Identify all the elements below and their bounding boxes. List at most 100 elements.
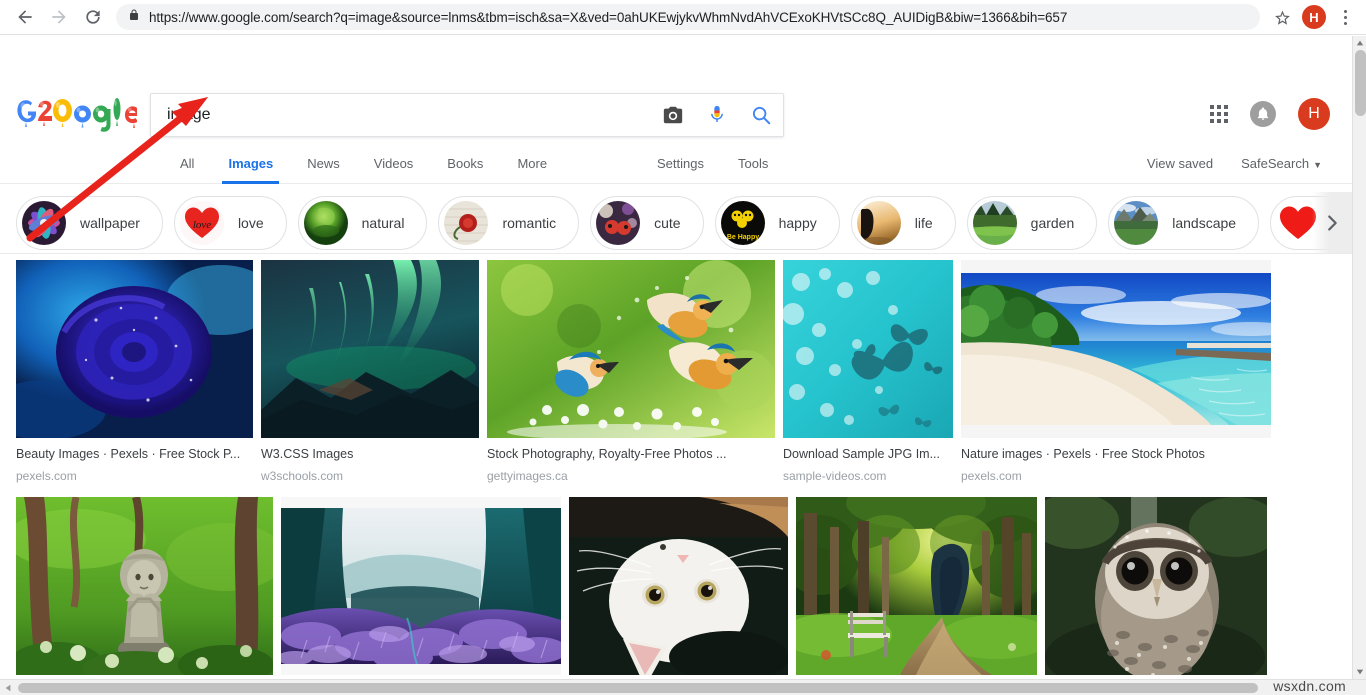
safesearch-dropdown[interactable]: SafeSearch ▼ xyxy=(1227,146,1336,171)
result-item[interactable] xyxy=(569,497,788,675)
vertical-scrollbar-thumb[interactable] xyxy=(1355,50,1366,116)
result-meta[interactable]: Download Sample JPG Im... sample-videos.… xyxy=(783,438,953,483)
chrome-profile-avatar[interactable]: H xyxy=(1302,5,1326,29)
reload-button[interactable] xyxy=(76,0,110,34)
result-source: pexels.com xyxy=(961,469,1022,483)
result-item[interactable]: Beauty Images · Pexels · Free Stock P...… xyxy=(16,260,253,483)
chip-landscape[interactable]: landscape xyxy=(1108,196,1260,250)
address-bar[interactable]: https://www.google.com/search?q=image&so… xyxy=(116,4,1260,30)
tab-more[interactable]: More xyxy=(500,146,564,184)
safesearch-label: SafeSearch xyxy=(1241,156,1310,171)
chip-life[interactable]: life xyxy=(850,196,956,250)
result-meta[interactable]: Nature images · Pexels · Free Stock Phot… xyxy=(961,438,1271,483)
tab-books[interactable]: Books xyxy=(430,146,500,184)
related-searches-chips: wallpaper love love natural romantic cut… xyxy=(0,184,1352,254)
settings-button[interactable]: Settings xyxy=(640,146,721,184)
result-item[interactable] xyxy=(1045,497,1267,675)
chip-wallpaper[interactable]: wallpaper xyxy=(16,196,163,250)
vertical-scrollbar[interactable] xyxy=(1352,36,1366,679)
search-input[interactable] xyxy=(151,94,651,136)
result-thumbnail[interactable] xyxy=(1045,497,1267,675)
result-thumbnail[interactable] xyxy=(961,260,1271,438)
chip-thumb-wallpaper xyxy=(22,201,66,245)
result-source: sample-videos.com xyxy=(783,469,887,483)
chip-label: happy xyxy=(778,215,817,231)
search-form[interactable] xyxy=(150,93,784,137)
result-thumbnail[interactable] xyxy=(783,260,953,438)
result-meta[interactable]: Stock Photography, Royalty-Free Photos .… xyxy=(487,438,775,483)
tab-images[interactable]: Images xyxy=(211,146,290,184)
chip-label: life xyxy=(914,215,933,231)
result-item[interactable]: Stock Photography, Royalty-Free Photos .… xyxy=(487,260,775,483)
result-thumbnail[interactable] xyxy=(569,497,788,675)
result-thumbnail[interactable] xyxy=(16,497,273,675)
result-item[interactable] xyxy=(281,497,561,675)
tab-all[interactable]: All xyxy=(163,146,211,184)
microphone-icon[interactable] xyxy=(695,94,739,136)
camera-search-icon[interactable] xyxy=(651,94,695,136)
chip-thumb-landscape xyxy=(1114,201,1159,245)
chip-love[interactable]: love love xyxy=(173,196,287,250)
result-meta[interactable]: Beauty Images · Pexels · Free Stock P...… xyxy=(16,438,253,483)
apps-grid-icon[interactable] xyxy=(1210,105,1228,123)
url-text: https://www.google.com/search?q=image&so… xyxy=(149,9,1068,25)
chip-label: romantic xyxy=(502,215,557,231)
back-button[interactable] xyxy=(8,0,42,34)
google-profile-avatar[interactable]: H xyxy=(1298,98,1330,130)
chip-garden[interactable]: garden xyxy=(966,196,1098,250)
horizontal-scrollbar[interactable] xyxy=(0,679,1366,695)
result-thumbnail[interactable] xyxy=(487,260,775,438)
chip-thumb-romantic xyxy=(444,201,489,245)
three-dot-menu-icon[interactable] xyxy=(1330,1,1360,33)
result-source: gettyimages.ca xyxy=(487,469,568,483)
result-title: Stock Photography, Royalty-Free Photos .… xyxy=(487,447,727,461)
result-thumbnail[interactable] xyxy=(796,497,1037,675)
chip-thumb-love: love xyxy=(179,201,224,245)
result-item[interactable]: Nature images · Pexels · Free Stock Phot… xyxy=(961,260,1271,483)
view-saved-button[interactable]: View saved xyxy=(1133,146,1227,171)
chip-label: wallpaper xyxy=(80,215,140,231)
chevron-down-icon: ▼ xyxy=(1313,160,1322,170)
chip-romantic[interactable]: romantic xyxy=(438,196,580,250)
scroll-down-arrow[interactable] xyxy=(1353,665,1366,679)
result-thumbnail[interactable] xyxy=(261,260,479,438)
result-source: w3schools.com xyxy=(261,469,344,483)
chip-cute[interactable]: cute xyxy=(590,196,704,250)
chips-scroll-container[interactable]: wallpaper love love natural romantic cut… xyxy=(0,192,1352,253)
tab-news[interactable]: News xyxy=(290,146,357,184)
chip-label: garden xyxy=(1030,215,1075,231)
nav-tools: Settings Tools xyxy=(640,146,785,184)
chip-thumb-cute xyxy=(596,201,641,245)
scroll-left-arrow[interactable] xyxy=(0,680,16,695)
chip-happy[interactable]: Be Happy happy xyxy=(714,196,840,250)
results-row-2 xyxy=(0,483,1352,675)
tab-videos[interactable]: Videos xyxy=(357,146,431,184)
result-item[interactable] xyxy=(16,497,273,675)
chip-natural[interactable]: natural xyxy=(297,196,428,250)
result-thumbnail[interactable] xyxy=(16,260,253,438)
scroll-up-arrow[interactable] xyxy=(1353,36,1366,50)
result-item[interactable] xyxy=(796,497,1037,675)
result-item[interactable]: Download Sample JPG Im... sample-videos.… xyxy=(783,260,953,483)
search-header: H xyxy=(0,36,1352,146)
result-thumbnail[interactable] xyxy=(281,497,561,675)
horizontal-scrollbar-thumb[interactable] xyxy=(18,683,1258,693)
google-images-page: H All Images News Videos Books More Sett… xyxy=(0,36,1352,679)
search-magnifier-icon[interactable] xyxy=(739,94,783,136)
result-title: W3.CSS Images xyxy=(261,447,354,461)
result-item[interactable]: W3.CSS Images w3schools.com xyxy=(261,260,479,483)
notification-bell-icon[interactable] xyxy=(1250,101,1276,127)
tools-button[interactable]: Tools xyxy=(721,146,785,184)
google-logo[interactable] xyxy=(14,94,140,136)
result-title: Download Sample JPG Im... xyxy=(783,447,941,461)
result-title: Nature images · Pexels · Free Stock Phot… xyxy=(961,447,1205,461)
result-meta[interactable]: W3.CSS Images w3schools.com xyxy=(261,438,479,483)
chevron-right-icon[interactable] xyxy=(1312,192,1352,253)
forward-button[interactable] xyxy=(42,0,76,34)
lock-icon xyxy=(128,8,140,27)
result-title: Beauty Images · Pexels · Free Stock P... xyxy=(16,447,241,461)
search-nav-bar: All Images News Videos Books More Settin… xyxy=(0,146,1352,184)
bookmark-star-icon[interactable] xyxy=(1266,1,1298,33)
header-actions: H xyxy=(1210,98,1330,130)
watermark: wsxdn.com xyxy=(1273,678,1346,694)
